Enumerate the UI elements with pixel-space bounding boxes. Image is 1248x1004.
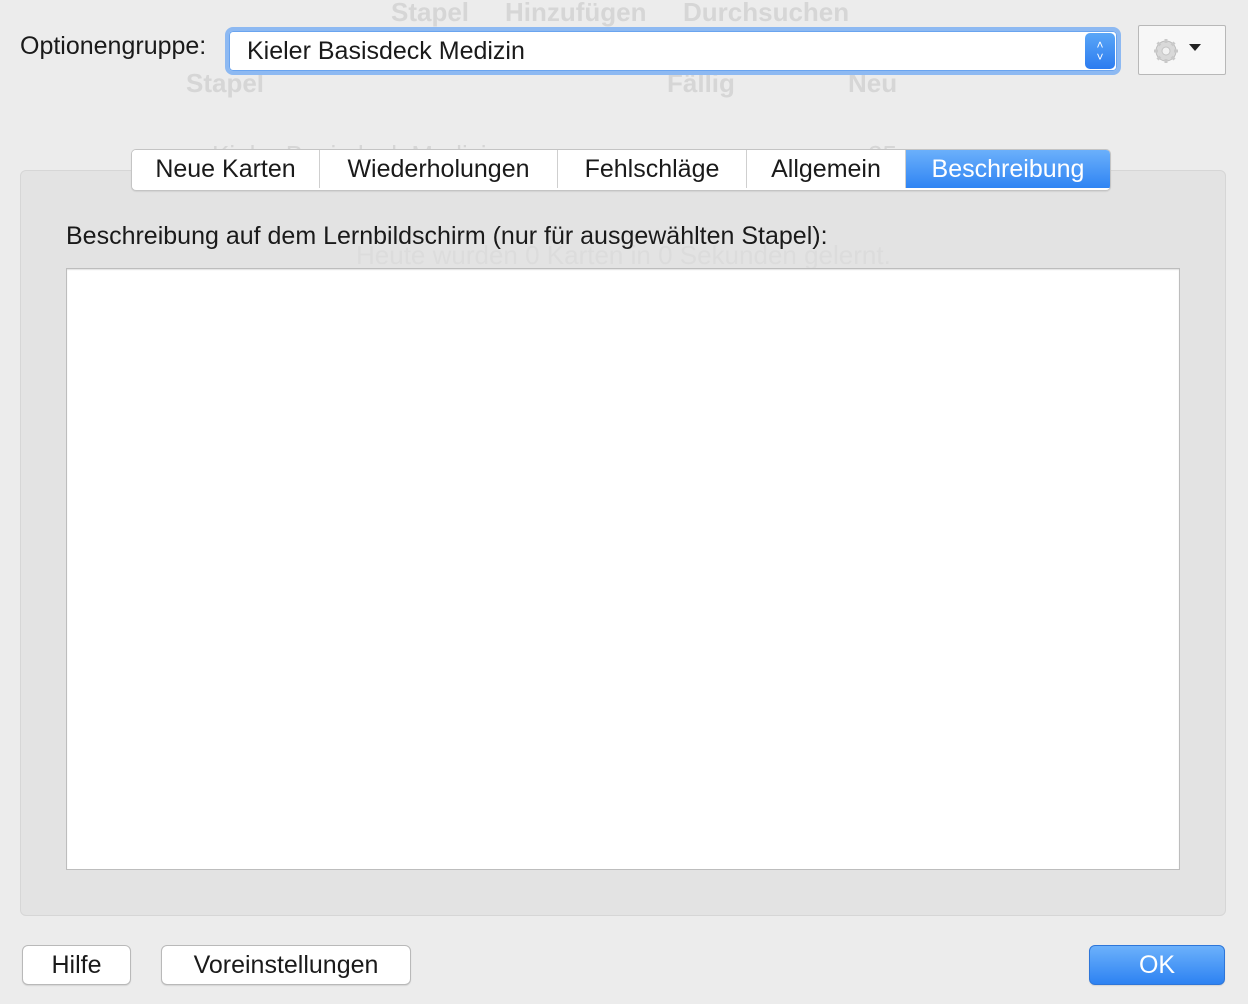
bg-toolbar-hinzufuegen: Hinzufügen bbox=[505, 0, 647, 27]
tab-beschreibung[interactable]: Beschreibung bbox=[906, 150, 1110, 188]
gear-icon bbox=[1154, 39, 1178, 63]
bg-toolbar-durchsuchen: Durchsuchen bbox=[683, 0, 850, 27]
description-label: Beschreibung auf dem Lernbildschirm (nur… bbox=[66, 222, 828, 250]
ok-button[interactable]: OK bbox=[1089, 945, 1225, 985]
options-group-select[interactable]: Kieler Basisdeck Medizin ˄ ˅ bbox=[225, 27, 1121, 75]
chevron-down-icon bbox=[1189, 44, 1201, 51]
tab-bar: Neue Karten Wiederholungen Fehlschläge A… bbox=[131, 149, 1111, 191]
tab-fehlschlaege[interactable]: Fehlschläge bbox=[558, 150, 747, 188]
options-group-label: Optionengruppe: bbox=[20, 32, 207, 60]
bg-toolbar-stapel: Stapel bbox=[391, 0, 470, 27]
tab-wiederholungen[interactable]: Wiederholungen bbox=[320, 150, 558, 188]
tab-neue-karten[interactable]: Neue Karten bbox=[132, 150, 320, 188]
description-textarea[interactable] bbox=[66, 268, 1180, 870]
help-button[interactable]: Hilfe bbox=[22, 945, 131, 985]
select-stepper-icon[interactable]: ˄ ˅ bbox=[1085, 33, 1115, 69]
options-gear-button[interactable] bbox=[1138, 25, 1226, 75]
deck-options-dialog: Stapel Hinzufügen Durchsuchen Stapel Fäl… bbox=[0, 0, 1248, 1004]
defaults-button[interactable]: Voreinstellungen bbox=[161, 945, 411, 985]
tab-allgemein[interactable]: Allgemein bbox=[747, 150, 906, 188]
options-group-value: Kieler Basisdeck Medizin bbox=[247, 37, 525, 65]
